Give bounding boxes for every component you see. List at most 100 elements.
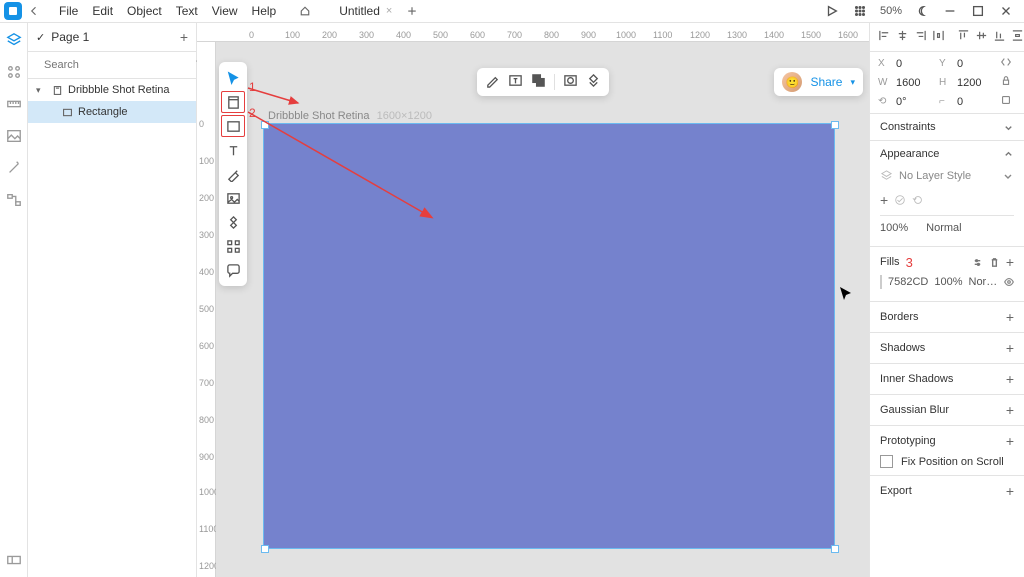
section-inner-shadows[interactable]: Inner Shadows+ <box>870 364 1024 395</box>
avatar[interactable]: 🙂 <box>782 72 802 92</box>
reset-icon[interactable] <box>912 194 924 206</box>
component-tool[interactable] <box>219 210 247 234</box>
sel-handle-nw[interactable] <box>261 121 269 129</box>
add-style-icon[interactable]: + <box>880 192 888 208</box>
menu-text[interactable]: Text <box>169 1 205 21</box>
menu-help[interactable]: Help <box>245 1 284 21</box>
fill-hex[interactable]: 7582CD <box>888 276 928 288</box>
layer-artboard[interactable]: ▾ Dribbble Shot Retina <box>28 79 196 101</box>
wand-icon[interactable] <box>5 159 23 177</box>
back-icon[interactable] <box>24 1 44 21</box>
sel-handle-sw[interactable] <box>261 545 269 553</box>
app-logo[interactable] <box>4 2 22 20</box>
add-blur-icon[interactable]: + <box>1006 402 1014 418</box>
toggle-panel-icon[interactable] <box>5 551 23 569</box>
grid-icon[interactable] <box>852 3 868 19</box>
search-input[interactable] <box>42 58 188 72</box>
zoom-level[interactable]: 50% <box>880 5 902 17</box>
image-tool[interactable] <box>219 186 247 210</box>
make-component-icon[interactable] <box>586 73 601 91</box>
layers-icon[interactable] <box>5 31 23 49</box>
align-top-icon[interactable] <box>957 29 970 45</box>
image-icon[interactable] <box>5 127 23 145</box>
pen-tool[interactable] <box>219 162 247 186</box>
menu-file[interactable]: File <box>52 1 85 21</box>
fill-opacity[interactable]: 100% <box>934 276 962 288</box>
h-input[interactable]: 1200 <box>957 77 994 89</box>
document-tab[interactable]: Untitled × <box>335 1 396 21</box>
add-export-icon[interactable]: + <box>1006 483 1014 499</box>
home-icon[interactable] <box>295 1 315 21</box>
viewport[interactable]: 1 2 🙂 Share ▾ <box>216 42 869 577</box>
play-icon[interactable] <box>824 3 840 19</box>
layout-tool[interactable] <box>219 234 247 258</box>
fill-swatch[interactable] <box>880 275 882 289</box>
layer-rectangle[interactable]: Rectangle <box>28 101 196 123</box>
minimize-icon[interactable] <box>942 3 958 19</box>
menu-view[interactable]: View <box>205 1 245 21</box>
visibility-icon[interactable] <box>1003 276 1015 288</box>
select-tool[interactable] <box>219 66 247 90</box>
text-tool[interactable] <box>219 138 247 162</box>
add-fill-icon[interactable]: + <box>1006 254 1014 270</box>
close-window-icon[interactable] <box>998 3 1014 19</box>
mask-icon[interactable] <box>563 73 578 91</box>
w-input[interactable]: 1600 <box>896 77 933 89</box>
chevron-up-icon[interactable] <box>1003 149 1014 160</box>
x-input[interactable]: 0 <box>896 58 933 70</box>
section-export[interactable]: Export+ <box>870 476 1024 506</box>
lock-ratio-icon[interactable] <box>1000 75 1016 90</box>
layer-style-label[interactable]: No Layer Style <box>899 170 971 182</box>
section-blur[interactable]: Gaussian Blur+ <box>870 395 1024 426</box>
artboard-label[interactable]: Dribbble Shot Retina 1600×1200 <box>268 110 432 122</box>
page-selector[interactable]: ✓ Page 1 + <box>28 23 196 52</box>
dark-mode-icon[interactable] <box>914 3 930 19</box>
add-tab-icon[interactable] <box>402 1 422 21</box>
boolean-icon[interactable] <box>531 73 546 91</box>
flip-h-icon[interactable] <box>1000 56 1016 71</box>
section-borders[interactable]: Borders+ <box>870 302 1024 333</box>
artboard-tool[interactable] <box>219 90 247 114</box>
section-shadows[interactable]: Shadows+ <box>870 333 1024 364</box>
section-constraints[interactable]: Constraints <box>870 114 1024 141</box>
text-edit-icon[interactable] <box>508 73 523 91</box>
edit-icon[interactable] <box>485 73 500 91</box>
menu-edit[interactable]: Edit <box>85 1 120 21</box>
selected-rectangle[interactable] <box>264 124 834 548</box>
align-bottom-icon[interactable] <box>993 29 1006 45</box>
add-shadow-icon[interactable]: + <box>1006 340 1014 356</box>
chevron-down-icon[interactable] <box>1002 170 1014 182</box>
close-icon[interactable]: × <box>386 5 392 17</box>
comment-tool[interactable] <box>219 258 247 282</box>
rectangle-tool[interactable] <box>219 114 247 138</box>
share-dropdown-icon[interactable]: ▾ <box>850 77 855 88</box>
add-border-icon[interactable]: + <box>1006 309 1014 325</box>
blend-mode[interactable]: Normal <box>926 222 961 234</box>
ruler-icon[interactable] <box>5 95 23 113</box>
align-vcenter-icon[interactable] <box>975 29 988 45</box>
y-input[interactable]: 0 <box>957 58 994 70</box>
add-inner-shadow-icon[interactable]: + <box>1006 371 1014 387</box>
align-left-icon[interactable] <box>878 29 891 45</box>
opacity-value[interactable]: 100% <box>880 222 908 234</box>
align-right-icon[interactable] <box>914 29 927 45</box>
detach-icon[interactable] <box>894 194 906 206</box>
maximize-icon[interactable] <box>970 3 986 19</box>
rotation-input[interactable]: 0° <box>896 96 933 108</box>
sel-handle-ne[interactable] <box>831 121 839 129</box>
distribute-v-icon[interactable] <box>1011 29 1024 45</box>
sel-handle-se[interactable] <box>831 545 839 553</box>
align-hcenter-icon[interactable] <box>896 29 909 45</box>
distribute-h-icon[interactable] <box>932 29 945 45</box>
chevron-down-icon[interactable]: ▾ <box>36 85 46 96</box>
fill-blend[interactable]: Nor… <box>969 276 998 288</box>
trash-icon[interactable] <box>989 257 1000 268</box>
settings-icon[interactable] <box>972 257 983 268</box>
share-button[interactable]: Share <box>810 75 842 89</box>
radius-input[interactable]: 0 <box>957 96 994 108</box>
corner-icon[interactable] <box>1000 94 1016 109</box>
flow-icon[interactable] <box>5 191 23 209</box>
add-interaction-icon[interactable]: + <box>1006 433 1014 449</box>
fix-position-checkbox[interactable]: Fix Position on Scroll <box>880 449 1014 468</box>
styles-icon[interactable] <box>5 63 23 81</box>
